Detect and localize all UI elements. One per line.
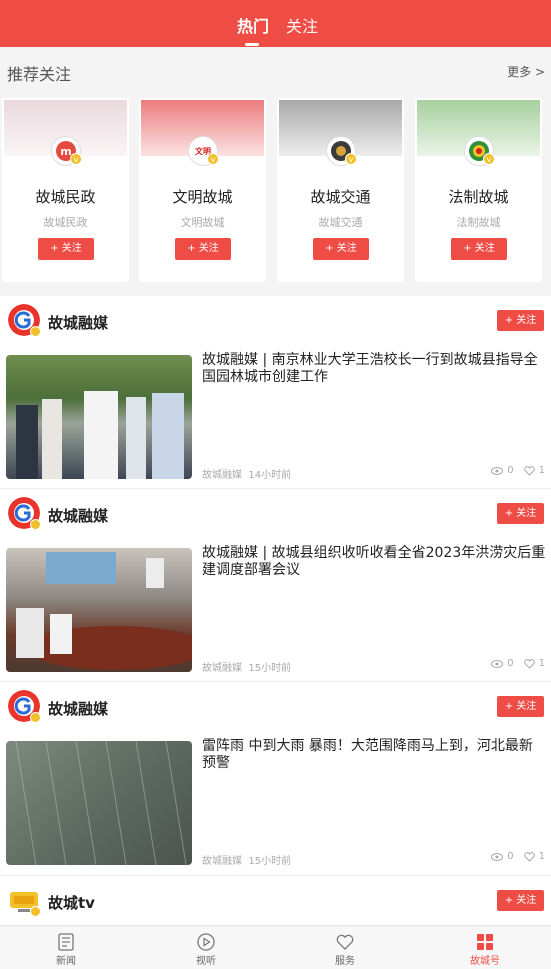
- follow-button[interactable]: + 关注: [175, 238, 231, 260]
- recommend-title: 推荐关注: [7, 65, 72, 84]
- like-count: 1: [538, 465, 545, 476]
- verified-badge-icon: v: [345, 153, 357, 165]
- feed-item[interactable]: 故城融媒 + 关注 故城融媒 | 故城县组织收听收看全省2023年洪涝灾后重建调…: [0, 489, 551, 681]
- heart-icon: [523, 465, 535, 476]
- nav-gucheng-hao[interactable]: 故城号: [445, 926, 525, 969]
- account-name[interactable]: 故城融媒: [48, 698, 108, 719]
- tab-hot[interactable]: 热门: [237, 13, 269, 37]
- like-count: 1: [538, 658, 545, 669]
- heart-icon: [523, 851, 535, 862]
- news-stats: 0 1: [491, 658, 545, 669]
- news-headline[interactable]: 雷阵雨 中到大雨 暴雨！大范围降雨马上到，河北最新预警: [202, 738, 546, 772]
- feed-item[interactable]: 故城融媒 + 关注 雷阵雨 中到大雨 暴雨！大范围降雨马上到，河北最新预警 故城…: [0, 682, 551, 875]
- card-sub: 故城交通: [318, 216, 363, 229]
- verified-badge-icon: v: [207, 153, 219, 165]
- heart-icon: [523, 658, 535, 669]
- news-meta: 故城融媒 14小时前: [202, 466, 291, 481]
- view-count: 0: [507, 658, 514, 669]
- tab-follow[interactable]: 关注: [286, 13, 318, 37]
- verified-badge-icon: [30, 712, 41, 723]
- account-name[interactable]: 故城tv: [48, 892, 95, 913]
- recommend-card-minzheng[interactable]: m v 故城民政 故城民政 + 关注: [2, 98, 129, 282]
- recommend-card-fazhi[interactable]: v 法制故城 法制故城 + 关注: [415, 98, 542, 282]
- feed-item[interactable]: 故城融媒 + 关注 故城融媒 | 南京林业大学王浩校长一行到故城县指导全国园林城…: [0, 296, 551, 488]
- news-headline[interactable]: 故城融媒 | 南京林业大学王浩校长一行到故城县指导全国园林城市创建工作: [202, 352, 546, 386]
- news-stats: 0 1: [491, 851, 545, 862]
- follow-button[interactable]: + 关注: [497, 890, 544, 911]
- news-thumbnail[interactable]: [6, 741, 192, 865]
- account-name[interactable]: 故城融媒: [48, 312, 108, 333]
- grid-icon: [477, 934, 493, 950]
- nav-label: 新闻: [56, 956, 76, 967]
- heart-icon: [336, 934, 354, 950]
- nav-label: 故城号: [470, 956, 500, 967]
- more-link[interactable]: 更多 >: [507, 63, 545, 80]
- news-stats: 0 1: [491, 465, 545, 476]
- news-meta: 故城融媒 15小时前: [202, 852, 291, 867]
- account-name[interactable]: 故城融媒: [48, 505, 108, 526]
- people-photo-icon: [16, 391, 184, 479]
- rain-photo-icon: [15, 741, 187, 865]
- news-thumbnail[interactable]: [6, 548, 192, 672]
- play-icon: [197, 933, 215, 951]
- verified-badge-icon: [30, 906, 41, 917]
- verified-badge-icon: v: [70, 153, 82, 165]
- nav-label: 视听: [196, 956, 216, 967]
- nav-news[interactable]: 新闻: [26, 926, 106, 969]
- news-time: 15小时前: [248, 663, 292, 674]
- verified-badge-icon: [30, 519, 41, 530]
- view-count: 0: [507, 851, 514, 862]
- view-count: 0: [507, 465, 514, 476]
- eye-icon: [491, 659, 504, 668]
- nav-audiovisual[interactable]: 视听: [166, 926, 246, 969]
- top-bar: 热门 关注: [0, 0, 551, 47]
- card-sub: 故城民政: [43, 216, 88, 229]
- news-meta: 故城融媒 15小时前: [202, 659, 291, 674]
- recommend-card-wenming[interactable]: 文明 v 文明故城 文明故城 + 关注: [139, 98, 266, 282]
- eye-icon: [491, 852, 504, 861]
- active-tab-indicator: [245, 43, 259, 46]
- recommend-card-jiaotong[interactable]: v 故城交通 故城交通 + 关注: [277, 98, 404, 282]
- card-name: 故城民政: [35, 188, 96, 206]
- news-icon: [58, 933, 74, 951]
- meeting-photo-icon: [16, 552, 192, 670]
- follow-button[interactable]: + 关注: [497, 696, 544, 717]
- card-name: 法制故城: [448, 188, 509, 206]
- feed-item[interactable]: 故城tv + 关注: [0, 876, 551, 925]
- follow-button[interactable]: + 关注: [497, 503, 544, 524]
- card-sub: 法制故城: [456, 216, 501, 229]
- recommend-header: 推荐关注 更多 >: [0, 47, 551, 94]
- nav-service[interactable]: 服务: [305, 926, 385, 969]
- card-sub: 文明故城: [180, 216, 225, 229]
- card-name: 文明故城: [172, 188, 233, 206]
- follow-button[interactable]: + 关注: [38, 238, 94, 260]
- verified-badge-icon: [30, 326, 41, 337]
- news-time: 14小时前: [248, 470, 292, 481]
- news-headline[interactable]: 故城融媒 | 故城县组织收听收看全省2023年洪涝灾后重建调度部署会议: [202, 545, 546, 579]
- news-thumbnail[interactable]: [6, 355, 192, 479]
- bottom-nav: 新闻 视听 服务 故城号: [0, 925, 551, 969]
- card-name: 故城交通: [310, 188, 371, 206]
- follow-button[interactable]: + 关注: [497, 310, 544, 331]
- follow-button[interactable]: + 关注: [313, 238, 369, 260]
- news-source: 故城融媒: [202, 470, 242, 481]
- news-time: 15小时前: [248, 856, 292, 867]
- eye-icon: [491, 466, 504, 475]
- follow-button[interactable]: + 关注: [451, 238, 507, 260]
- news-source: 故城融媒: [202, 663, 242, 674]
- like-count: 1: [538, 851, 545, 862]
- nav-label: 服务: [335, 956, 355, 967]
- news-source: 故城融媒: [202, 856, 242, 867]
- verified-badge-icon: v: [483, 153, 495, 165]
